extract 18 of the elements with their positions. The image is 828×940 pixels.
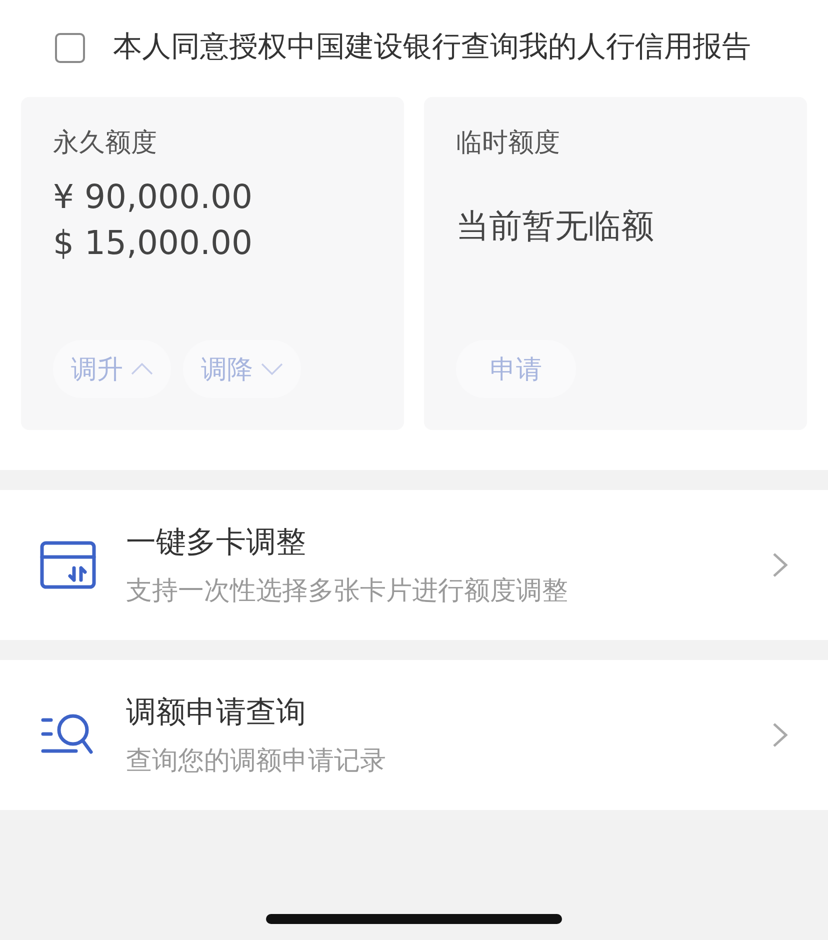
amount-text: $ 15,000.00 xyxy=(53,222,254,264)
chevron-right-icon xyxy=(772,722,788,748)
menu-row[interactable]: 调额申请查询 查询您的调额申请记录 xyxy=(0,660,828,810)
menu-subtitle: 查询您的调额申请记录 xyxy=(126,745,387,778)
card-icon xyxy=(40,541,96,589)
caret-up-icon xyxy=(131,363,153,375)
menu-title: 一键多卡调整 xyxy=(126,524,307,562)
caret-down-icon xyxy=(261,363,283,375)
chevron-right-icon xyxy=(772,552,788,578)
menu-subtitle: 支持一次性选择多张卡片进行额度调整 xyxy=(126,575,569,608)
card-title: 永久额度 xyxy=(53,127,158,160)
consent-text: 本人同意授权中国建设银行查询我的人行信用报告 xyxy=(113,28,751,65)
menu-title: 调额申请查询 xyxy=(126,694,307,732)
amount-text: ¥ 90,000.00 xyxy=(53,176,254,218)
limit-message: 当前暂无临额 xyxy=(456,205,655,247)
menu-row[interactable]: 一键多卡调整 支持一次性选择多张卡片进行额度调整 xyxy=(0,490,828,640)
checkbox[interactable] xyxy=(55,33,85,63)
card-title: 临时额度 xyxy=(456,127,561,160)
